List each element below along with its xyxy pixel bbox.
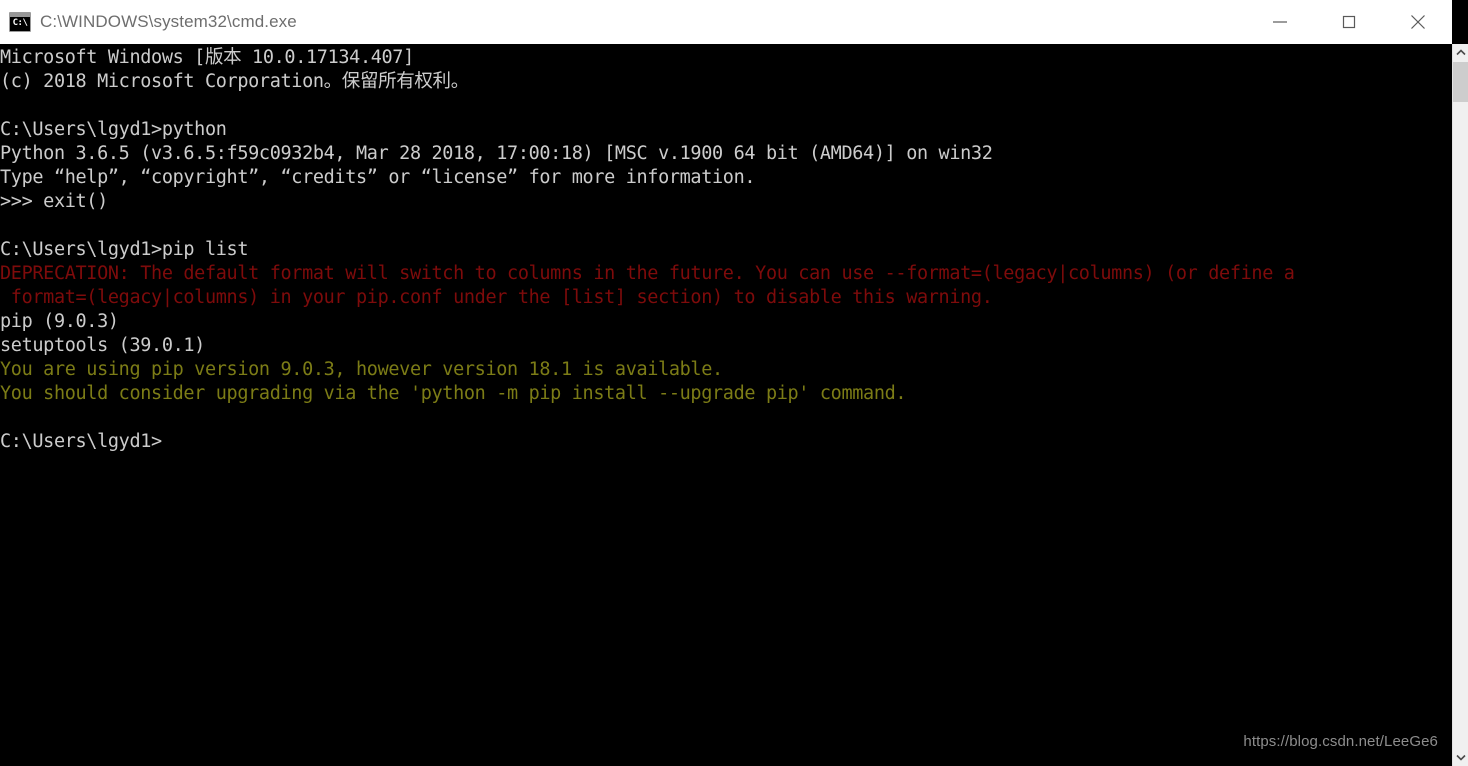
cmd-window: C:\ C:\WINDOWS\system32\cmd.exe Microsof… bbox=[0, 0, 1468, 766]
terminal-line: Microsoft Windows [版本 10.0.17134.407] bbox=[0, 47, 414, 68]
terminal-line: C:\Users\lgyd1>pip list bbox=[0, 239, 249, 260]
cmd-icon-prompt-glyph: C:\ bbox=[12, 18, 28, 28]
close-icon bbox=[1410, 15, 1425, 29]
chevron-up-icon bbox=[1456, 49, 1466, 56]
scroll-up-button[interactable] bbox=[1453, 44, 1468, 61]
window-title: C:\WINDOWS\system32\cmd.exe bbox=[40, 12, 297, 31]
close-button[interactable] bbox=[1383, 0, 1452, 44]
scrollbar-thumb[interactable] bbox=[1453, 62, 1468, 102]
terminal-text: Microsoft Windows [版本 10.0.17134.407] (c)… bbox=[0, 46, 1452, 454]
terminal-line: >>> exit() bbox=[0, 191, 108, 212]
window-controls bbox=[1245, 0, 1452, 44]
cmd-icon: C:\ bbox=[9, 12, 31, 32]
maximize-button[interactable] bbox=[1314, 0, 1383, 44]
scroll-down-button[interactable] bbox=[1453, 749, 1468, 766]
maximize-icon bbox=[1342, 15, 1355, 29]
chevron-down-icon bbox=[1456, 754, 1466, 761]
terminal-line: Type “help”, “copyright”, “credits” or “… bbox=[0, 167, 756, 188]
terminal-line: You should consider upgrading via the 'p… bbox=[0, 383, 907, 404]
watermark-url: https://blog.csdn.net/LeeGe6 bbox=[1243, 733, 1438, 750]
terminal-line: DEPRECATION: The default format will swi… bbox=[0, 263, 1295, 284]
terminal-line: pip (9.0.3) bbox=[0, 311, 119, 332]
console-output-area[interactable]: Microsoft Windows [版本 10.0.17134.407] (c)… bbox=[0, 44, 1452, 766]
minimize-button[interactable] bbox=[1245, 0, 1314, 44]
vertical-scrollbar[interactable] bbox=[1452, 44, 1468, 766]
terminal-line: Python 3.6.5 (v3.6.5:f59c0932b4, Mar 28 … bbox=[0, 143, 993, 164]
terminal-line: You are using pip version 9.0.3, however… bbox=[0, 359, 723, 380]
terminal-line: (c) 2018 Microsoft Corporation。保留所有权利。 bbox=[0, 71, 469, 92]
terminal-line: setuptools (39.0.1) bbox=[0, 335, 205, 356]
window-titlebar[interactable]: C:\ C:\WINDOWS\system32\cmd.exe bbox=[0, 0, 1452, 44]
terminal-line: format=(legacy|columns) in your pip.conf… bbox=[0, 287, 993, 308]
minimize-icon bbox=[1272, 21, 1287, 23]
terminal-line: C:\Users\lgyd1>python bbox=[0, 119, 227, 140]
terminal-line: C:\Users\lgyd1> bbox=[0, 431, 162, 452]
